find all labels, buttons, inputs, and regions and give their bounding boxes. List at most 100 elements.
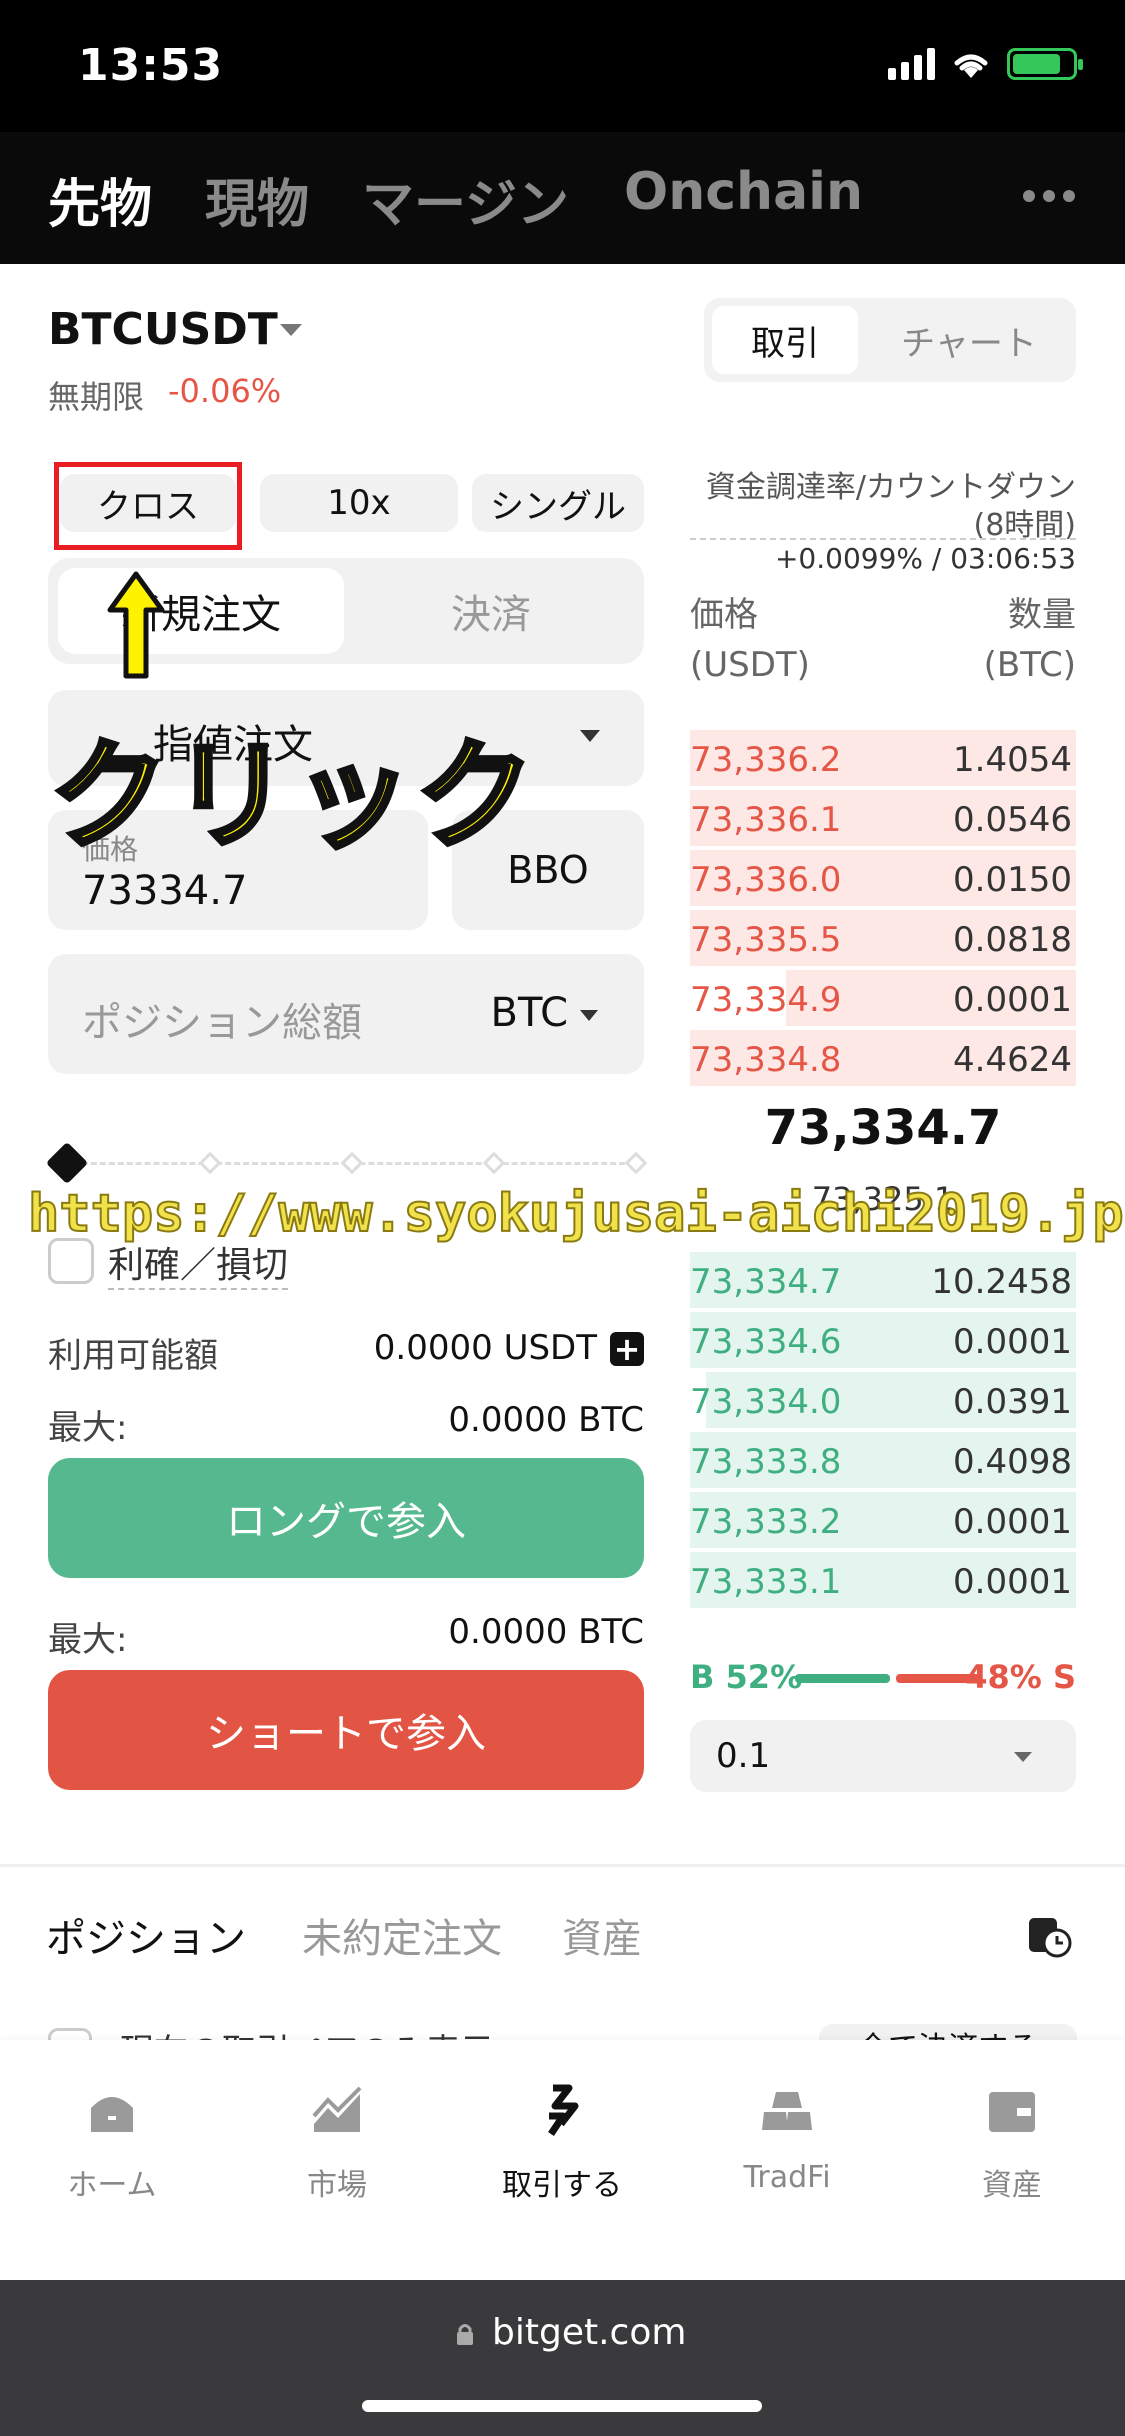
bid-price: 73,333.2	[690, 1502, 842, 1542]
home-indicator[interactable]	[362, 2400, 762, 2412]
depth-select[interactable]: 0.1	[690, 1720, 1076, 1792]
ask-row[interactable]: 73,335.5 0.0818	[690, 910, 1076, 966]
battery-icon	[1007, 48, 1083, 80]
bottom-nav: ホーム 市場 取引する TradFi 資産	[0, 2040, 1125, 2280]
buy-sell-ratio: B 52% 48% S	[690, 1658, 1076, 1698]
bid-price: 73,334.6	[690, 1322, 842, 1362]
tab-spot[interactable]: 現物	[205, 162, 309, 237]
chevron-down-icon[interactable]	[580, 1010, 598, 1021]
slider-step-50[interactable]	[340, 1151, 364, 1175]
tab-close-order[interactable]: 決済	[348, 568, 634, 654]
position-filter-row: 現在の取引ペアのみ表示 全て決済する	[0, 2020, 1125, 2040]
position-mode-button[interactable]: シングル	[472, 474, 644, 532]
market-chart-icon	[312, 2086, 362, 2132]
trade-view-button[interactable]: 取引	[712, 306, 858, 374]
nav-home[interactable]: ホーム	[12, 2084, 212, 2204]
status-bar: 13:53	[0, 0, 1125, 132]
gold-bars-icon	[762, 2092, 812, 2130]
divider	[690, 538, 1076, 540]
amount-unit-select[interactable]: BTC	[491, 990, 568, 1036]
slider-step-100[interactable]	[624, 1151, 648, 1175]
highlight-box	[54, 462, 242, 550]
chart-view-button[interactable]: チャート	[870, 306, 1068, 374]
browser-url-bar[interactable]: bitget.com	[0, 2280, 1125, 2436]
nav-home-label: ホーム	[67, 2168, 157, 2203]
bid-row[interactable]: 73,334.7 10.2458	[690, 1252, 1076, 1308]
tab-positions[interactable]: ポジション	[46, 1906, 246, 1964]
add-funds-icon[interactable]: +	[610, 1332, 644, 1366]
depth-value: 0.1	[716, 1736, 771, 1776]
slider-step-75[interactable]	[482, 1151, 506, 1175]
nav-trade-label: 取引する	[502, 2168, 622, 2203]
more-icon[interactable]	[1023, 190, 1075, 202]
ask-row[interactable]: 73,336.1 0.0546	[690, 790, 1076, 846]
lock-icon	[457, 2324, 473, 2345]
tab-futures[interactable]: 先物	[48, 162, 152, 237]
nav-tradfi-label: TradFi	[743, 2160, 831, 2195]
orderbook-price-header: 価格 (USDT)	[690, 590, 810, 690]
qty-header-unit: (BTC)	[983, 645, 1076, 685]
home-icon	[91, 2097, 133, 2132]
bid-row[interactable]: 73,333.2 0.0001	[690, 1492, 1076, 1548]
long-button[interactable]: ロングで参入	[48, 1458, 644, 1578]
bid-row[interactable]: 73,334.0 0.0391	[690, 1372, 1076, 1428]
bid-price: 73,333.8	[690, 1442, 842, 1482]
ask-qty: 0.0818	[953, 920, 1072, 960]
price-input-value[interactable]: 73334.7	[82, 868, 247, 914]
short-button[interactable]: ショートで参入	[48, 1670, 644, 1790]
tab-assets[interactable]: 資産	[562, 1906, 642, 1964]
ask-price: 73,335.5	[690, 920, 842, 960]
url-text[interactable]: bitget.com	[492, 2312, 686, 2353]
last-price[interactable]: 73,334.7	[690, 1100, 1076, 1156]
bid-row[interactable]: 73,334.6 0.0001	[690, 1312, 1076, 1368]
bid-row[interactable]: 73,333.8 0.4098	[690, 1432, 1076, 1488]
tab-open-orders[interactable]: 未約定注文	[302, 1906, 502, 1964]
tab-open-order[interactable]: 新規注文	[58, 568, 344, 654]
orderbook-qty-header: 数量 (BTC)	[984, 590, 1076, 690]
contract-type-label: 無期限	[48, 378, 145, 416]
amount-input[interactable]: ポジション総額 BTC	[48, 954, 644, 1074]
symbol-selector[interactable]: BTCUSDT	[48, 304, 278, 355]
tab-margin[interactable]: マージン	[362, 162, 569, 237]
ask-price: 73,336.1	[690, 800, 842, 840]
bid-row[interactable]: 73,333.1 0.0001	[690, 1552, 1076, 1608]
max-short-label: 最大:	[48, 1620, 128, 1660]
bid-price: 73,334.7	[690, 1262, 842, 1302]
sell-ratio: 48% S	[965, 1658, 1076, 1696]
history-icon[interactable]	[1026, 1912, 1072, 1958]
slider-step-25[interactable]	[198, 1151, 222, 1175]
ask-row[interactable]: 73,334.9 0.0001	[690, 970, 1076, 1026]
bid-qty: 0.0001	[953, 1562, 1072, 1602]
nav-market[interactable]: 市場	[237, 2084, 437, 2204]
slider-thumb[interactable]	[45, 1141, 89, 1185]
cellular-signal-icon	[888, 48, 935, 80]
nav-market-label: 市場	[307, 2168, 367, 2203]
chevron-down-icon	[580, 730, 600, 742]
buy-ratio: B 52%	[690, 1658, 803, 1696]
ask-price: 73,334.9	[690, 980, 842, 1020]
wallet-icon	[989, 2092, 1035, 2132]
tab-onchain[interactable]: Onchain	[624, 162, 863, 222]
max-long-value: 0.0000 BTC	[448, 1400, 644, 1440]
filter-checkbox[interactable]	[48, 2028, 92, 2040]
divider	[0, 1864, 1125, 1867]
ask-row[interactable]: 73,334.8 4.4624	[690, 1030, 1076, 1086]
nav-assets-label: 資産	[982, 2168, 1042, 2203]
tpsl-label[interactable]: 利確／損切	[108, 1236, 289, 1290]
bid-qty: 0.0391	[953, 1382, 1072, 1422]
ask-price: 73,336.0	[690, 860, 842, 900]
status-time: 13:53	[78, 40, 224, 91]
nav-assets[interactable]: 資産	[912, 2084, 1112, 2204]
close-all-button[interactable]: 全て決済する	[819, 2024, 1077, 2040]
ask-qty: 0.0150	[953, 860, 1072, 900]
ask-row[interactable]: 73,336.2 1.4054	[690, 730, 1076, 786]
leverage-button[interactable]: 10x	[260, 474, 458, 532]
trade-icon	[548, 2084, 579, 2136]
ask-qty: 1.4054	[953, 740, 1072, 780]
bid-price: 73,334.0	[690, 1382, 842, 1422]
chevron-down-icon[interactable]	[280, 324, 302, 336]
tpsl-checkbox[interactable]	[48, 1238, 94, 1284]
ask-row[interactable]: 73,336.0 0.0150	[690, 850, 1076, 906]
nav-tradfi[interactable]: TradFi	[687, 2084, 887, 2195]
nav-trade[interactable]: 取引する	[462, 2084, 662, 2204]
